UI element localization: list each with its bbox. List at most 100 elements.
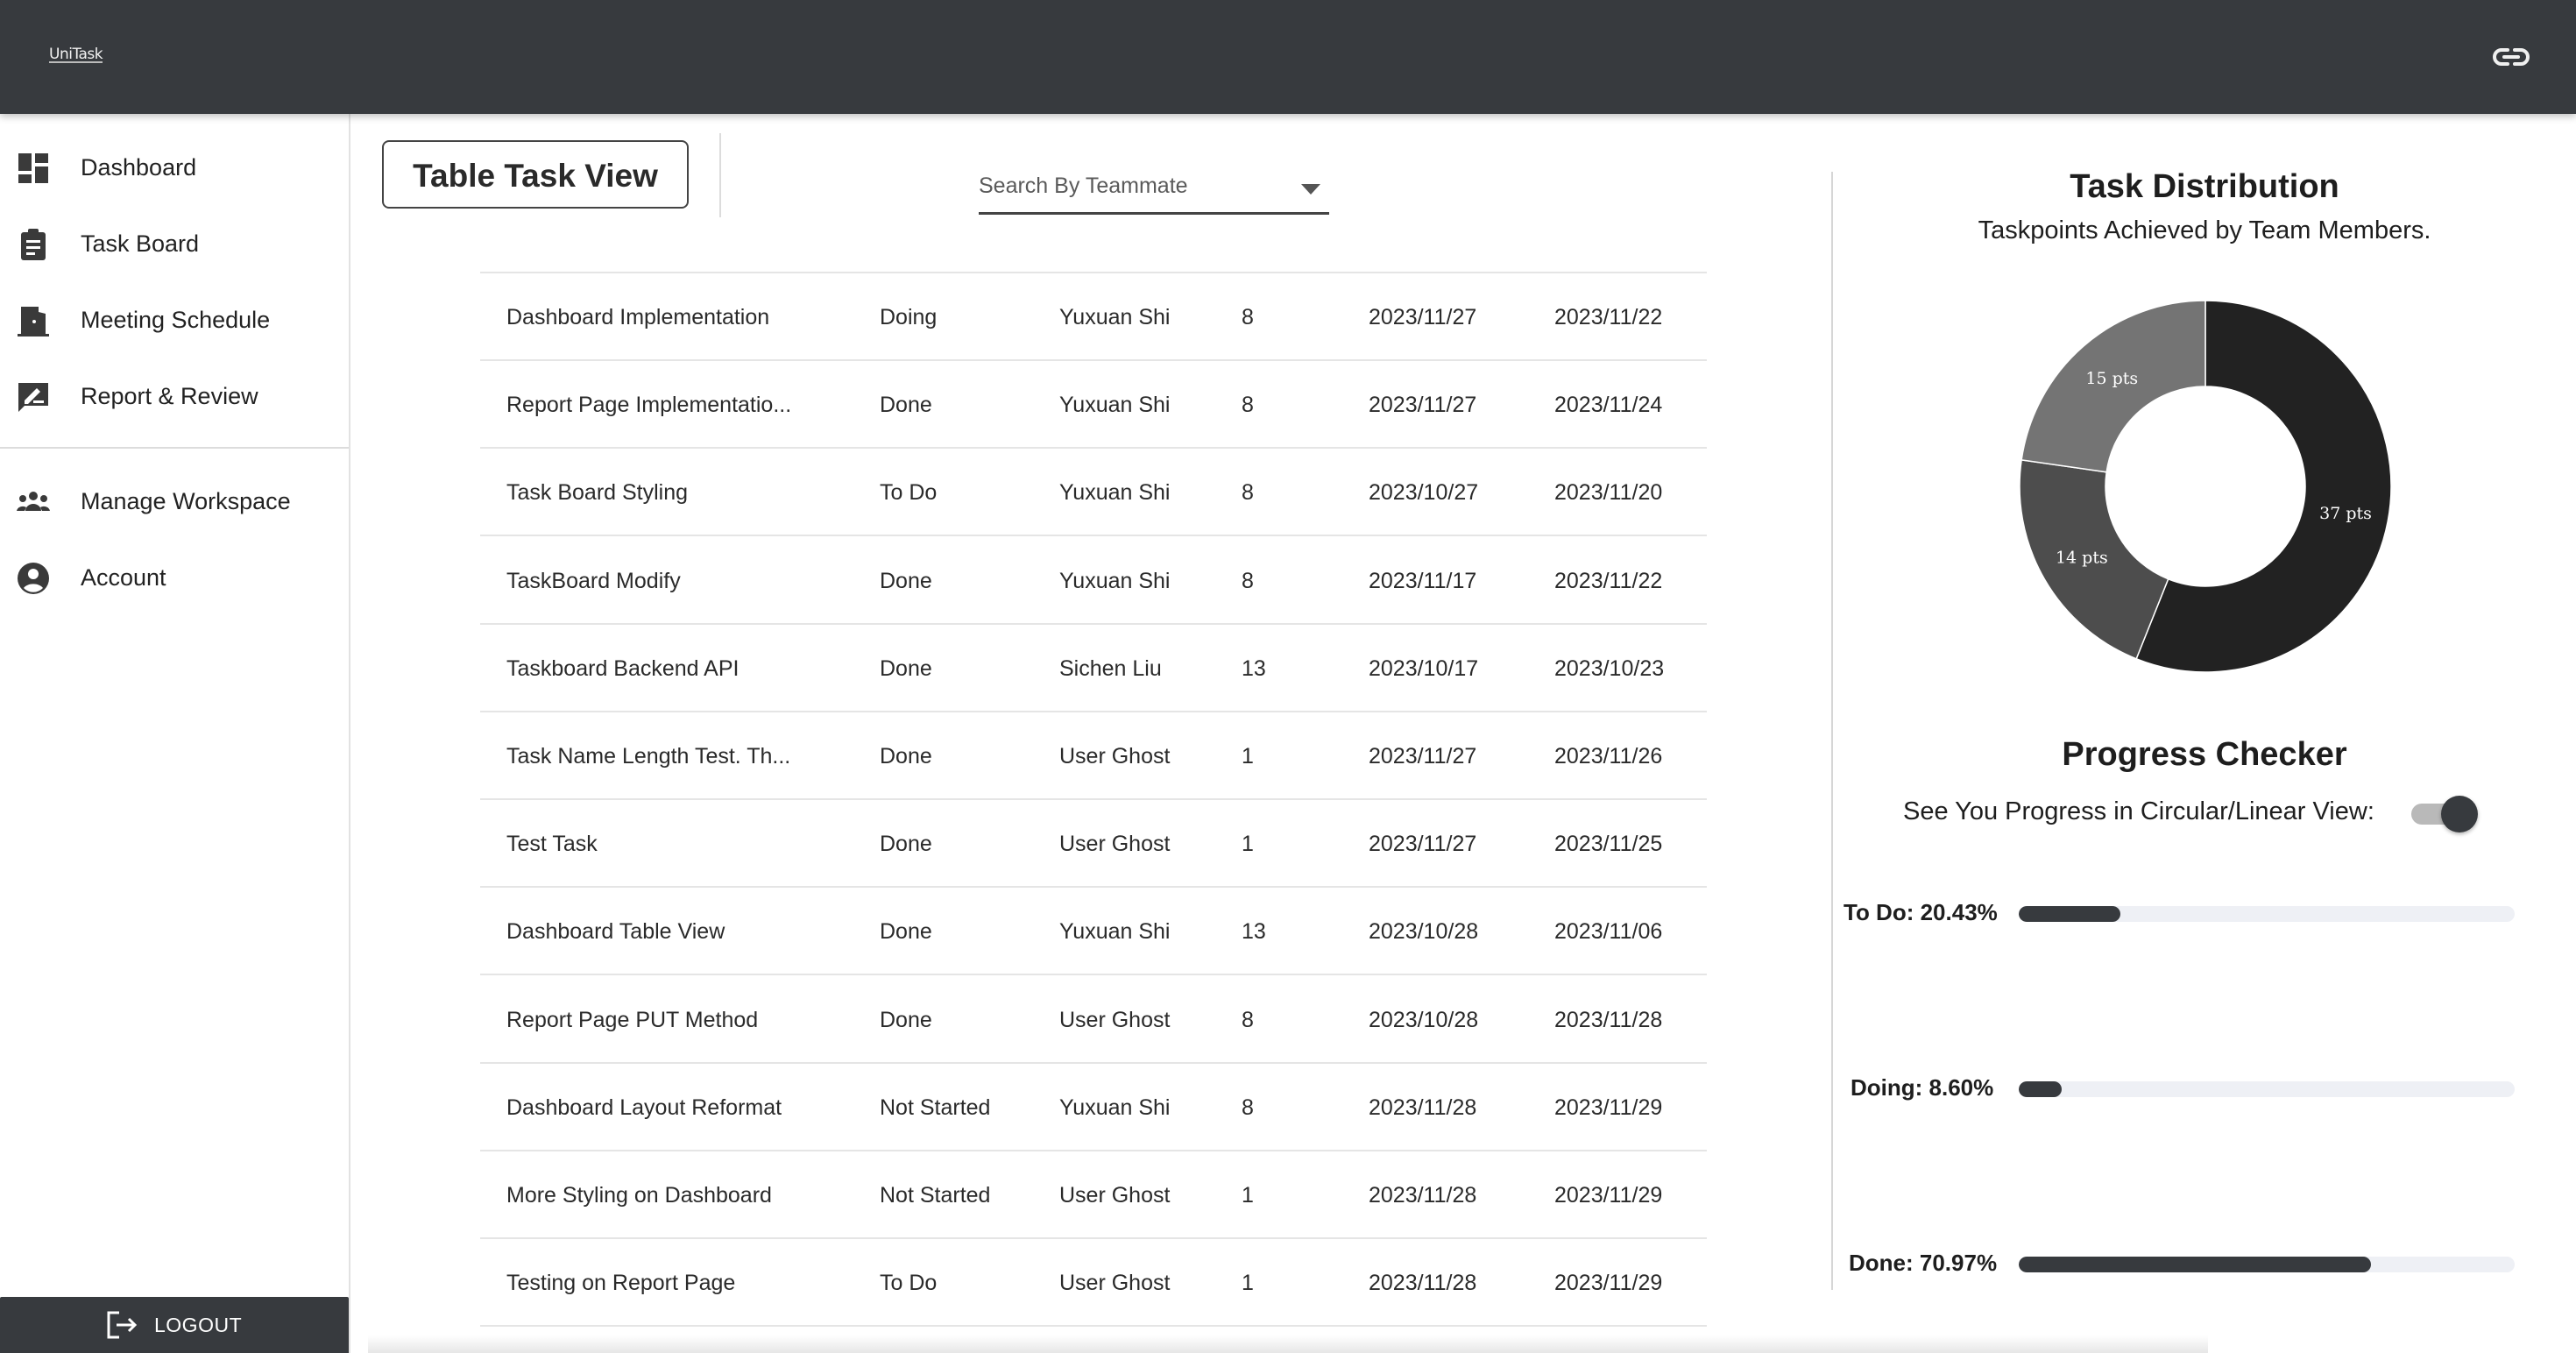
table-cell-status: To Do bbox=[880, 480, 938, 506]
door-icon bbox=[18, 307, 49, 336]
panel-divider bbox=[1831, 172, 1833, 1290]
table-cell-owner: Yuxuan Shi bbox=[1059, 1094, 1171, 1120]
table-cell-name: Task Board Styling bbox=[506, 480, 689, 506]
progress-title: Progress Checker bbox=[2062, 736, 2347, 773]
table-row[interactable]: Task Board Styling To Do Yuxuan Shi 8 2023/1… bbox=[480, 449, 1707, 537]
table-cell-start: 2023/11/29 bbox=[1554, 1271, 1663, 1296]
table-row[interactable]: Dashboard Table View Done Yuxuan Shi 13 2023… bbox=[480, 888, 1707, 976]
table-row[interactable]: Testing on Report Page To Do User Ghost 1 20… bbox=[480, 1239, 1707, 1328]
table-row[interactable]: More Styling on Dashboard Not Started User… bbox=[480, 1151, 1707, 1239]
table-cell-points: 8 bbox=[1242, 480, 1254, 506]
table-cell-points: 13 bbox=[1242, 919, 1266, 945]
table-cell-points: 8 bbox=[1242, 1007, 1254, 1032]
table-cell-due: 2023/11/27 bbox=[1369, 744, 1477, 769]
table-row[interactable]: Test Task Done User Ghost 1 2023/11/27 2023/1… bbox=[480, 800, 1707, 889]
table-cell-owner: Yuxuan Shi bbox=[1059, 480, 1171, 506]
table-cell-points: 8 bbox=[1242, 305, 1254, 329]
table-cell-name: More Styling on Dashboard bbox=[506, 1183, 772, 1208]
dropdown-arrow-icon bbox=[1301, 184, 1320, 195]
table-row[interactable]: Dashboard Layout Reformat Not Started Yuxu… bbox=[480, 1064, 1707, 1151]
table-cell-status: Done bbox=[880, 832, 932, 857]
table-cell-start: 2023/11/26 bbox=[1554, 744, 1663, 769]
sidebar-item-label: Dashboard bbox=[81, 154, 197, 181]
table-cell-due: 2023/11/28 bbox=[1369, 1094, 1477, 1120]
progress-label: To Do: 20.43% bbox=[1844, 899, 1998, 925]
table-cell-status: Done bbox=[880, 655, 932, 681]
table-cell-start: 2023/11/22 bbox=[1554, 568, 1663, 593]
sidebar-item-label: Meeting Schedule bbox=[81, 307, 271, 333]
table-cell-name: TaskBoard Modify bbox=[506, 568, 681, 593]
app-logo[interactable]: UniTask bbox=[49, 47, 103, 63]
table-cell-status: Not Started bbox=[880, 1183, 991, 1208]
table-cell-start: 2023/11/29 bbox=[1554, 1183, 1663, 1208]
progress-label: Doing: 8.60% bbox=[1851, 1074, 1994, 1101]
table-row[interactable]: Taskboard Backend API Done Sichen Liu 13 202… bbox=[480, 625, 1707, 712]
table-row[interactable]: Task Name Length Test. Th... Done User Gho… bbox=[480, 712, 1707, 800]
sidebar-item-account[interactable]: Account bbox=[0, 543, 349, 613]
table-cell-status: Doing bbox=[880, 305, 938, 329]
sidebar-item-meeting-schedule[interactable]: Meeting Schedule bbox=[0, 286, 349, 356]
table-cell-due: 2023/10/28 bbox=[1369, 1007, 1479, 1032]
table-cell-start: 2023/11/22 bbox=[1554, 305, 1663, 329]
link-icon[interactable] bbox=[2492, 42, 2530, 72]
view-toggle-switch[interactable] bbox=[2410, 794, 2480, 834]
table-cell-name: Taskboard Backend API bbox=[506, 655, 740, 681]
view-title-button[interactable]: Table Task View bbox=[382, 140, 689, 209]
table-cell-start: 2023/11/25 bbox=[1554, 832, 1663, 857]
table-row[interactable]: TaskBoard Modify Done Yuxuan Shi 8 2023/11/1… bbox=[480, 537, 1707, 625]
table-cell-start: 2023/11/20 bbox=[1554, 480, 1663, 506]
progress-fill bbox=[2019, 1257, 2371, 1272]
clipboard-icon bbox=[21, 229, 46, 260]
table-cell-name: Report Page Implementatio... bbox=[506, 393, 792, 418]
logout-button[interactable]: LOGOUT bbox=[0, 1297, 349, 1353]
sidebar-item-dashboard[interactable]: Dashboard bbox=[0, 133, 349, 203]
table-cell-points: 8 bbox=[1242, 568, 1254, 593]
table-row[interactable]: Report Page Implementatio... Done Yuxuan S… bbox=[480, 361, 1707, 450]
table-cell-name: Report Page PUT Method bbox=[506, 1007, 759, 1032]
progress-row-done: Done: 70.97% bbox=[1844, 1246, 2527, 1281]
table-cell-owner: User Ghost bbox=[1059, 832, 1171, 857]
sidebar: Dashboard Task Board Meeting Schedule Re… bbox=[0, 114, 350, 1353]
table-cell-name: Dashboard Table View bbox=[506, 919, 725, 945]
account-circle-icon bbox=[18, 563, 49, 594]
distribution-donut-chart: 37 pts 14 pts 15 pts bbox=[2019, 300, 2392, 673]
table-cell-due: 2023/11/27 bbox=[1369, 393, 1477, 418]
sidebar-item-task-board[interactable]: Task Board bbox=[0, 209, 349, 280]
sidebar-item-manage-workspace[interactable]: Manage Workspace bbox=[0, 467, 349, 537]
progress-row-todo: To Do: 20.43% bbox=[1844, 896, 2527, 931]
table-cell-due: 2023/10/17 bbox=[1369, 655, 1479, 681]
rate-review-icon bbox=[18, 383, 48, 412]
donut-slice-label: 15 pts bbox=[2085, 369, 2138, 388]
table-cell-points: 13 bbox=[1242, 655, 1266, 681]
table-cell-owner: User Ghost bbox=[1059, 1007, 1171, 1032]
table-cell-start: 2023/11/28 bbox=[1554, 1007, 1663, 1032]
table-cell-owner: Yuxuan Shi bbox=[1059, 393, 1171, 418]
table-cell-status: Done bbox=[880, 568, 932, 593]
table-cell-due: 2023/10/28 bbox=[1369, 919, 1479, 945]
table-row[interactable]: Dashboard Implementation Doing Yuxuan Shi 8… bbox=[480, 273, 1707, 361]
table-cell-status: Done bbox=[880, 1007, 932, 1032]
table-cell-due: 2023/11/28 bbox=[1369, 1183, 1477, 1208]
scroll-shadow bbox=[368, 1335, 2208, 1353]
table-cell-owner: User Ghost bbox=[1059, 1271, 1171, 1296]
sidebar-item-label: Task Board bbox=[81, 230, 200, 257]
table-cell-owner: Sichen Liu bbox=[1059, 655, 1162, 681]
sidebar-item-report-review[interactable]: Report & Review bbox=[0, 362, 349, 432]
table-cell-status: Done bbox=[880, 744, 932, 769]
sidebar-item-label: Account bbox=[81, 564, 166, 591]
table-cell-name: Dashboard Layout Reformat bbox=[506, 1094, 782, 1120]
table-cell-points: 8 bbox=[1242, 1094, 1254, 1120]
table-cell-owner: User Ghost bbox=[1059, 744, 1171, 769]
table-cell-start: 2023/11/06 bbox=[1554, 919, 1663, 945]
table-row[interactable]: Report Page PUT Method Done User Ghost 8 202… bbox=[480, 976, 1707, 1064]
distribution-subtitle: Taskpoints Achieved by Team Members. bbox=[1978, 216, 2431, 244]
progress-label: Done: 70.97% bbox=[1849, 1250, 1998, 1276]
table-cell-points: 1 bbox=[1242, 832, 1254, 857]
distribution-title: Task Distribution bbox=[2070, 168, 2339, 205]
top-app-bar: UniTask bbox=[0, 0, 2576, 114]
search-placeholder: Search By Teammate bbox=[979, 174, 1188, 198]
progress-row-doing: Doing: 8.60% bbox=[1844, 1071, 2527, 1106]
donut-slice-label: 37 pts bbox=[2319, 504, 2372, 523]
table-cell-name: Task Name Length Test. Th... bbox=[506, 744, 791, 769]
logout-icon bbox=[107, 1311, 138, 1339]
